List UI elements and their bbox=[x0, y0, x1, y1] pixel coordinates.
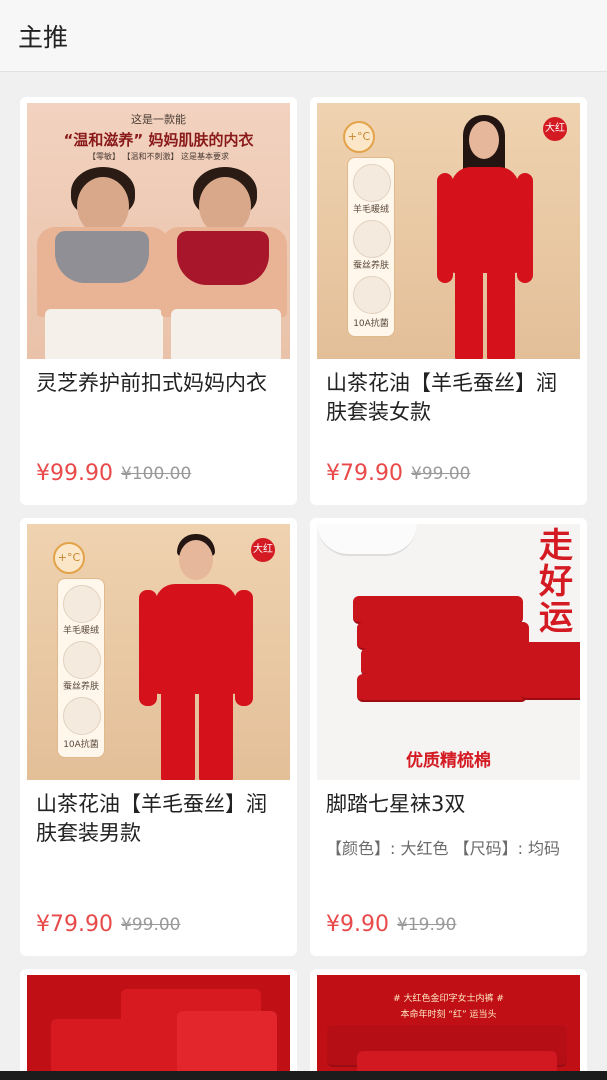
red-thermal-top bbox=[155, 584, 237, 694]
silk-icon bbox=[353, 220, 391, 258]
promo-line: 【零敏】 【温和不刺激】 这是基本要求 bbox=[87, 152, 230, 161]
promo-headline: “温和滋养” 妈妈肌肤的内衣 bbox=[63, 131, 254, 149]
product-title: 灵芝养护前扣式妈妈内衣 bbox=[36, 371, 267, 395]
product-card[interactable]: +°C 大红 羊毛暖绒 蚕丝养肤 10A抗菌 山茶花油【羊毛蚕丝】润肤套装女款 … bbox=[310, 97, 587, 505]
promo-line: 本命年时刻 “红” 运当头 bbox=[400, 1010, 497, 1020]
model-figure bbox=[179, 540, 213, 580]
feature-panel: 羊毛暖绒 蚕丝养肤 10A抗菌 bbox=[57, 578, 105, 758]
product-original-price: ¥99.00 bbox=[121, 915, 181, 935]
red-underwear bbox=[177, 1011, 277, 1079]
red-thermal-top bbox=[235, 590, 253, 706]
product-image[interactable]: +°C 大红 羊毛暖绒 蚕丝养肤 10A抗菌 bbox=[317, 103, 580, 359]
slogan-char: 好 bbox=[539, 562, 573, 602]
warmth-icon: +°C bbox=[53, 542, 85, 574]
red-socks bbox=[521, 642, 580, 700]
product-image[interactable]: +°C 大红 羊毛暖绒 蚕丝养肤 10A抗菌 bbox=[27, 524, 290, 780]
antibacterial-icon bbox=[353, 276, 391, 314]
product-original-price: ¥19.90 bbox=[397, 915, 457, 935]
red-thermal-top bbox=[451, 167, 519, 273]
product-card[interactable]: # 大红色金印字女士内裤 # 本命年时刻 “红” 运当头 bbox=[310, 969, 587, 1080]
red-thermal-top bbox=[139, 590, 157, 706]
product-card[interactable]: 这是一款能 “温和滋养” 妈妈肌肤的内衣 【零敏】 【温和不刺激】 这是基本要求… bbox=[20, 97, 297, 505]
page-header: 主推 bbox=[0, 0, 607, 72]
product-image[interactable] bbox=[27, 975, 290, 1080]
red-thermal-pants bbox=[487, 269, 515, 359]
wool-icon bbox=[63, 585, 101, 623]
feature-label: 羊毛暖绒 bbox=[62, 626, 99, 636]
product-title: 脚踏七星袜3双 bbox=[326, 792, 466, 816]
red-thermal-pants bbox=[455, 269, 483, 359]
lamp-decoration bbox=[317, 524, 417, 556]
page-title: 主推 bbox=[18, 23, 69, 52]
model-figure bbox=[171, 309, 281, 359]
slogan-char: 走 bbox=[539, 526, 573, 566]
red-socks bbox=[353, 596, 523, 624]
model-figure bbox=[469, 121, 499, 159]
system-navigation-bar bbox=[0, 1071, 607, 1080]
red-socks bbox=[357, 674, 527, 702]
promo-line: # 大红色金印字女士内裤 # bbox=[393, 994, 504, 1004]
color-badge: 大红 bbox=[251, 538, 275, 562]
silk-icon bbox=[63, 641, 101, 679]
product-price: ¥99.90 bbox=[36, 461, 113, 486]
product-original-price: ¥99.00 bbox=[411, 464, 471, 484]
red-thermal-top bbox=[437, 173, 453, 283]
promo-banner: 优质精梳棉 bbox=[406, 751, 491, 771]
feature-label: 蚕丝养肤 bbox=[62, 682, 99, 692]
product-price: ¥79.90 bbox=[326, 461, 403, 486]
feature-label: 10A抗菌 bbox=[353, 319, 389, 329]
wool-icon bbox=[353, 164, 391, 202]
red-socks bbox=[361, 648, 529, 676]
product-image[interactable]: 走 好 运 优质精梳棉 bbox=[317, 524, 580, 780]
color-badge: 大红 bbox=[543, 117, 567, 141]
product-original-price: ¥100.00 bbox=[121, 464, 192, 484]
product-card[interactable]: 走 好 运 优质精梳棉 脚踏七星袜3双 【颜色】: 大红色 【尺码】: 均码 ¥… bbox=[310, 518, 587, 956]
product-spec: 【颜色】: 大红色 【尺码】: 均码 bbox=[326, 839, 561, 858]
feature-panel: 羊毛暖绒 蚕丝养肤 10A抗菌 bbox=[347, 157, 395, 337]
promo-line: 这是一款能 bbox=[131, 113, 186, 126]
red-socks bbox=[357, 622, 529, 650]
product-grid: 这是一款能 “温和滋养” 妈妈肌肤的内衣 【零敏】 【温和不刺激】 这是基本要求… bbox=[0, 72, 607, 1080]
feature-label: 蚕丝养肤 bbox=[352, 261, 389, 271]
product-price: ¥9.90 bbox=[326, 912, 389, 937]
product-price: ¥79.90 bbox=[36, 912, 113, 937]
product-image[interactable]: # 大红色金印字女士内裤 # 本命年时刻 “红” 运当头 bbox=[317, 975, 580, 1080]
red-thermal-pants bbox=[199, 690, 233, 780]
product-title: 山茶花油【羊毛蚕丝】润肤套装男款 bbox=[36, 792, 267, 845]
product-title: 山茶花油【羊毛蚕丝】润肤套装女款 bbox=[326, 371, 557, 424]
model-figure bbox=[45, 309, 163, 359]
product-image[interactable]: 这是一款能 “温和滋养” 妈妈肌肤的内衣 【零敏】 【温和不刺激】 这是基本要求 bbox=[27, 103, 290, 359]
red-thermal-pants bbox=[161, 690, 195, 780]
product-bra bbox=[55, 231, 149, 283]
feature-label: 10A抗菌 bbox=[63, 740, 99, 750]
warmth-icon: +°C bbox=[343, 121, 375, 153]
antibacterial-icon bbox=[63, 697, 101, 735]
product-bra bbox=[177, 231, 269, 285]
feature-label: 羊毛暖绒 bbox=[352, 205, 389, 215]
product-card[interactable]: +°C 大红 羊毛暖绒 蚕丝养肤 10A抗菌 山茶花油【羊毛蚕丝】润肤套装男款 … bbox=[20, 518, 297, 956]
red-thermal-top bbox=[517, 173, 533, 283]
product-card[interactable] bbox=[20, 969, 297, 1080]
slogan-char: 运 bbox=[539, 598, 573, 638]
